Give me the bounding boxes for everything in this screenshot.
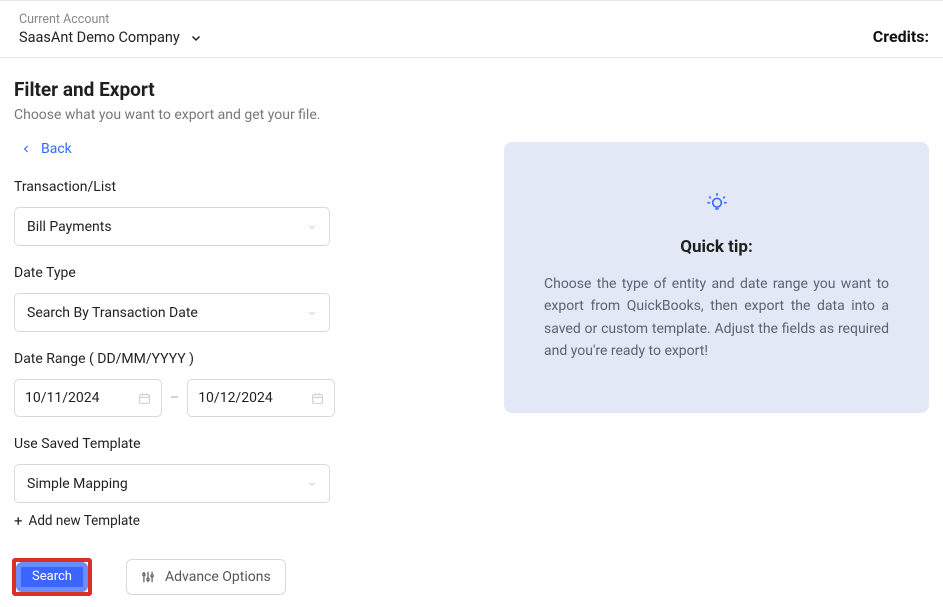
transaction-select[interactable]: Bill Payments — [14, 207, 330, 246]
date-from-value: 10/11/2024 — [25, 390, 100, 406]
date-from-input[interactable]: 10/11/2024 — [14, 379, 162, 417]
date-to-value: 10/12/2024 — [198, 390, 273, 406]
date-type-select[interactable]: Search By Transaction Date — [14, 293, 330, 332]
calendar-icon — [138, 392, 151, 405]
add-template-text: Add new Template — [29, 513, 140, 529]
tip-icon-wrap — [544, 187, 889, 215]
account-name: SaasAnt Demo Company — [19, 29, 180, 46]
main-content: Filter and Export Choose what you want t… — [0, 58, 943, 596]
date-range-field: Date Range ( DD/MM/YYYY ) 10/11/2024 – 1… — [14, 351, 484, 417]
date-to-input[interactable]: 10/12/2024 — [187, 379, 335, 417]
tip-title: Quick tip: — [544, 237, 889, 257]
search-highlight: Search — [12, 558, 92, 596]
advance-options-button[interactable]: Advance Options — [126, 559, 286, 595]
transaction-label: Transaction/List — [14, 179, 484, 195]
date-type-field: Date Type Search By Transaction Date — [14, 265, 484, 332]
date-range-row: 10/11/2024 – 10/12/2024 — [14, 379, 484, 417]
action-buttons: Search Advance Options — [14, 558, 484, 596]
back-link-text: Back — [41, 141, 72, 157]
date-type-value: Search By Transaction Date — [27, 305, 198, 321]
advance-options-label: Advance Options — [165, 569, 271, 585]
plus-icon: + — [14, 514, 23, 529]
account-label: Current Account — [19, 12, 202, 27]
template-value: Simple Mapping — [27, 476, 128, 492]
date-type-label: Date Type — [14, 265, 484, 281]
account-selector-block: Current Account SaasAnt Demo Company — [19, 12, 202, 46]
sliders-icon — [141, 570, 155, 584]
page-title: Filter and Export — [14, 78, 484, 101]
top-bar: Current Account SaasAnt Demo Company Cre… — [0, 0, 943, 58]
date-range-label: Date Range ( DD/MM/YYYY ) — [14, 351, 484, 367]
transaction-value: Bill Payments — [27, 219, 112, 235]
lightbulb-icon — [703, 187, 731, 215]
chevron-down-icon — [307, 222, 317, 232]
page-subtitle: Choose what you want to export and get y… — [14, 107, 484, 123]
chevron-down-icon — [307, 308, 317, 318]
template-field: Use Saved Template Simple Mapping + Add … — [14, 436, 484, 530]
back-link[interactable]: Back — [14, 141, 72, 157]
tip-body: Choose the type of entity and date range… — [544, 273, 889, 363]
date-separator: – — [170, 390, 179, 406]
quick-tip-card: Quick tip: Choose the type of entity and… — [504, 142, 929, 413]
transaction-field: Transaction/List Bill Payments — [14, 179, 484, 246]
add-template-link[interactable]: + Add new Template — [14, 513, 140, 529]
calendar-icon — [311, 392, 324, 405]
search-button[interactable]: Search — [16, 562, 88, 592]
chevron-left-icon — [22, 142, 31, 156]
chevron-down-icon — [307, 479, 317, 489]
account-selector[interactable]: SaasAnt Demo Company — [19, 29, 202, 46]
template-label: Use Saved Template — [14, 436, 484, 452]
search-button-label: Search — [32, 569, 72, 584]
filter-form: Filter and Export Choose what you want t… — [14, 78, 484, 596]
credits-label: Credits: — [873, 27, 929, 46]
chevron-down-icon — [190, 32, 202, 44]
template-select[interactable]: Simple Mapping — [14, 464, 330, 503]
